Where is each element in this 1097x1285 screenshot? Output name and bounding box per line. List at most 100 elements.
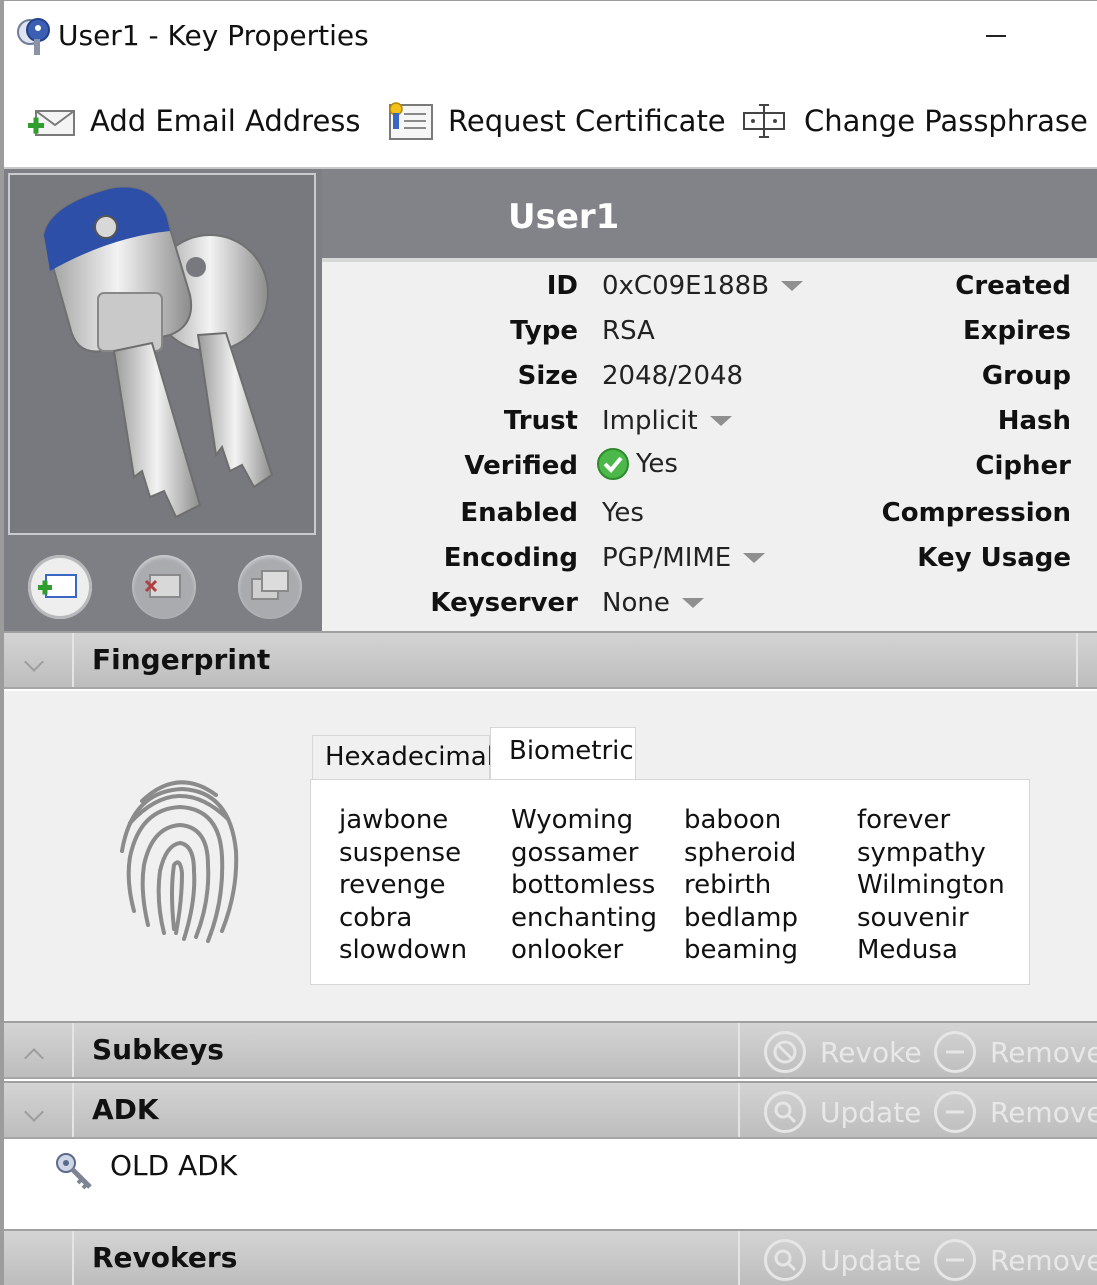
fingerprint-body: Hexadecimal Biometric jawbone suspense r… (4, 691, 1097, 1021)
change-passphrase-button[interactable]: Change Passphrase (740, 97, 1088, 145)
size-value: 2048/2048 (602, 361, 744, 391)
type-value: RSA (602, 316, 655, 346)
collapse-toggle[interactable] (4, 633, 74, 687)
add-photo-button[interactable] (28, 555, 92, 619)
enabled-value[interactable]: Yes (602, 498, 644, 528)
cipher-label: Cipher (975, 451, 1071, 481)
trust-dropdown[interactable]: Implicit (602, 406, 732, 436)
minus-icon (934, 1031, 976, 1073)
chevron-down-icon (681, 598, 704, 608)
collapse-toggle[interactable] (4, 1083, 74, 1137)
list-item: cobra (339, 902, 413, 933)
subkeys-section-header[interactable]: Subkeys Revoke Remove (4, 1021, 1097, 1079)
minus-icon (934, 1091, 976, 1133)
encoding-dropdown[interactable]: PGP/MIME (602, 543, 766, 573)
list-item: bedlamp (684, 902, 798, 933)
remove-photo-button[interactable] (132, 555, 196, 619)
hash-label: Hash (997, 406, 1071, 436)
adk-item-label: OLD ADK (110, 1149, 238, 1182)
adk-key-icon (56, 1153, 92, 1190)
chevron-down-icon (24, 1102, 44, 1122)
title-bar: User1 - Key Properties (4, 1, 1097, 75)
compression-label: Compression (881, 498, 1071, 528)
fingerprint-title: Fingerprint (92, 643, 271, 676)
collapse-toggle[interactable] (4, 1231, 74, 1285)
list-item: Wilmington (857, 870, 1005, 900)
remove-photo-icon (144, 574, 181, 598)
remove-subkey-button[interactable]: Remove (934, 1031, 1097, 1073)
window-title: User1 - Key Properties (58, 19, 369, 52)
change-passphrase-label: Change Passphrase (804, 104, 1088, 138)
header-divider (1076, 633, 1078, 687)
key-name: User1 (508, 197, 620, 237)
tab-biometric[interactable]: Biometric (490, 727, 636, 781)
adk-section-header[interactable]: ADK Update Remove (4, 1081, 1097, 1139)
minus-icon (934, 1239, 976, 1281)
list-item: slowdown (339, 935, 468, 965)
update-adk-button[interactable]: Update (764, 1091, 921, 1133)
keyserver-value: None (602, 588, 670, 618)
key-info-panel: User1 ID Type Size Trust Verified Enable… (4, 169, 1097, 631)
list-item: suspense (339, 837, 462, 868)
revoke-subkey-button[interactable]: Revoke (764, 1031, 922, 1073)
word-column-3: baboon spheroid rebirth bedlamp beaming (684, 804, 798, 967)
id-value: 0xC09E188B (602, 271, 770, 301)
list-item: revenge (339, 870, 446, 900)
encoding-value: PGP/MIME (602, 543, 732, 573)
revokers-title: Revokers (92, 1241, 238, 1274)
remove-revoker-button[interactable]: Remove (934, 1239, 1097, 1281)
add-email-button[interactable]: Add Email Address (26, 97, 361, 145)
verified-label: Verified (464, 451, 578, 481)
revokers-section-header[interactable]: Revokers Update Remove (4, 1229, 1097, 1285)
check-icon (597, 448, 629, 480)
type-label: Type (510, 316, 578, 346)
trust-label: Trust (503, 406, 578, 436)
keys-icon (42, 186, 274, 519)
chevron-up-icon (24, 1048, 44, 1068)
word-column-1: jawbone suspense revenge cobra slowdown (339, 804, 467, 967)
copy-photo-button[interactable] (238, 555, 302, 619)
size-label: Size (517, 361, 578, 391)
remove-adk-button[interactable]: Remove (934, 1091, 1097, 1133)
header-divider (738, 1023, 740, 1077)
biometric-word-list: jawbone suspense revenge cobra slowdown … (310, 779, 1030, 985)
expires-label: Expires (963, 316, 1071, 346)
request-certificate-button[interactable]: Request Certificate (384, 97, 726, 145)
encoding-label: Encoding (443, 543, 578, 573)
enabled-label: Enabled (460, 498, 578, 528)
add-email-label: Add Email Address (90, 104, 361, 138)
list-item: souvenir (857, 902, 969, 933)
key-image-panel (4, 169, 322, 631)
fingerprint-section-header[interactable]: Fingerprint (4, 631, 1097, 689)
update-revokers-button[interactable]: Update (764, 1239, 921, 1281)
keyserver-dropdown[interactable]: None (602, 588, 704, 618)
list-item: jawbone (339, 805, 449, 835)
minimize-button[interactable] (964, 11, 1024, 61)
verified-value: Yes (636, 449, 678, 479)
update-label: Update (820, 1243, 922, 1277)
chevron-down-icon (743, 553, 766, 563)
list-item: Wyoming (511, 805, 634, 835)
id-dropdown[interactable]: 0xC09E188B (602, 271, 804, 301)
id-label: ID (546, 271, 578, 301)
expand-toggle[interactable] (4, 1023, 74, 1077)
created-label: Created (955, 271, 1071, 301)
add-photo-icon (38, 574, 77, 598)
list-item: gossamer (511, 837, 639, 868)
request-certificate-label: Request Certificate (448, 104, 726, 138)
word-column-4: forever sympathy Wilmington souvenir Med… (857, 804, 1005, 967)
certificate-icon (389, 102, 433, 140)
app-key-icon (17, 18, 50, 55)
key-name-header: User1 (322, 169, 1097, 262)
tab-hexadecimal[interactable]: Hexadecimal (312, 735, 494, 781)
chevron-down-icon (781, 281, 804, 291)
list-item: sympathy (857, 837, 986, 868)
passphrase-icon (743, 104, 785, 138)
remove-label: Remove (990, 1035, 1097, 1069)
subkeys-title: Subkeys (92, 1033, 224, 1066)
list-item: forever (857, 805, 951, 835)
search-icon (764, 1239, 806, 1281)
list-item: spheroid (684, 837, 797, 868)
key-properties-window: User1 - Key Properties Add Email Address (0, 0, 1097, 1285)
trust-value: Implicit (602, 406, 698, 436)
